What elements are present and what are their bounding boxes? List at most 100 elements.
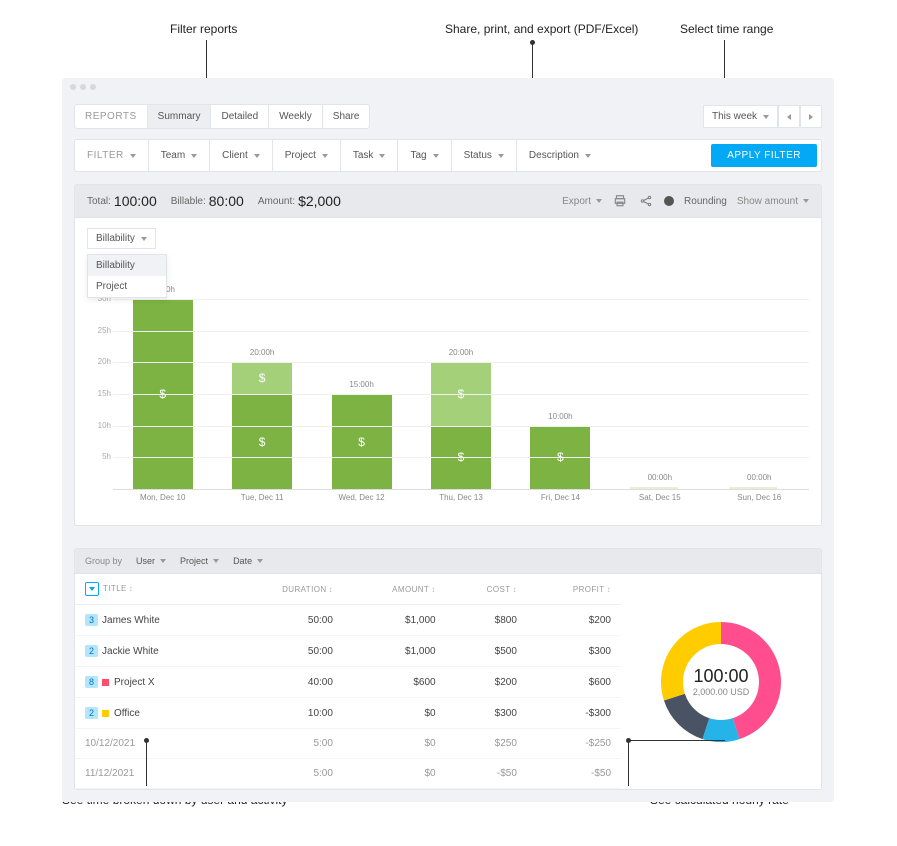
dollar-icon: $ xyxy=(259,371,266,385)
tab-weekly[interactable]: Weekly xyxy=(269,105,323,128)
chevron-down-icon xyxy=(141,237,147,241)
cell-profit: -$250 xyxy=(527,729,621,759)
groupby-bar: Group by User Project Date xyxy=(74,548,822,574)
apply-filter-button[interactable]: APPLY FILTER xyxy=(711,144,817,167)
chart-grouping-menu: Billability Project xyxy=(87,254,167,298)
donut-center: 100:00 2,000.00 USD xyxy=(646,607,796,757)
chart-grouping-dropdown[interactable]: Billability xyxy=(87,228,156,249)
sort-icon: ↕ xyxy=(329,585,333,594)
col-cost[interactable]: COST↕ xyxy=(446,574,527,605)
cell-profit: -$50 xyxy=(527,759,621,789)
dollar-icon: $ xyxy=(259,435,266,449)
dollar-icon: $ xyxy=(358,435,365,449)
chevron-down-icon xyxy=(585,154,591,158)
chevron-down-icon xyxy=(433,154,439,158)
window-dot xyxy=(80,84,86,90)
bar-chart: 30h25h20h15h10h5h $30:00h$$20:00h$15:00h… xyxy=(87,299,809,509)
filter-status[interactable]: Status xyxy=(452,140,517,171)
col-title[interactable]: TITLE↕ xyxy=(75,574,228,605)
groupby-date[interactable]: Date xyxy=(233,556,263,566)
export-dropdown[interactable]: Export xyxy=(562,193,602,209)
tab-share[interactable]: Share xyxy=(323,105,370,128)
groupby-project[interactable]: Project xyxy=(180,556,219,566)
annotation-filter: Filter reports xyxy=(170,22,237,36)
col-profit[interactable]: PROFIT↕ xyxy=(527,574,621,605)
summary-billable: 80:00 xyxy=(209,193,244,209)
print-icon[interactable] xyxy=(612,193,628,209)
chevron-right-icon xyxy=(809,114,813,120)
cell-amount: $1,000 xyxy=(343,636,446,667)
timerange-prev-button[interactable] xyxy=(778,105,800,128)
app-window: REPORTS Summary Detailed Weekly Share Th… xyxy=(62,78,834,802)
expand-all-icon[interactable] xyxy=(85,582,99,596)
cell-profit: -$300 xyxy=(527,698,621,729)
window-dot xyxy=(70,84,76,90)
table-row[interactable]: 8Project X40:00$600$200$600 xyxy=(75,667,621,698)
table-row[interactable]: 3James White50:00$1,000$800$200 xyxy=(75,605,621,636)
sort-icon: ↕ xyxy=(129,584,133,593)
groupby-user[interactable]: User xyxy=(136,556,166,566)
donut-total: 100:00 xyxy=(693,666,748,687)
table-row[interactable]: 11/12/20215:00$0-$50-$50 xyxy=(75,759,621,789)
chevron-down-icon xyxy=(160,559,166,563)
bar-billable: $ xyxy=(332,394,392,489)
filter-client[interactable]: Client xyxy=(210,140,273,171)
cell-duration: 40:00 xyxy=(228,667,343,698)
annotation-line xyxy=(628,740,725,741)
filter-tag[interactable]: Tag xyxy=(398,140,451,171)
col-duration[interactable]: DURATION↕ xyxy=(228,574,343,605)
menu-item-project[interactable]: Project xyxy=(88,276,166,297)
chevron-down-icon xyxy=(257,559,263,563)
bar-value-label: 20:00h xyxy=(232,348,292,357)
table-row[interactable]: 10/12/20215:00$0$250-$250 xyxy=(75,729,621,759)
tabs-label: REPORTS xyxy=(75,105,148,128)
chevron-down-icon xyxy=(498,154,504,158)
col-amount[interactable]: AMOUNT↕ xyxy=(343,574,446,605)
x-axis-label: Fri, Dec 14 xyxy=(511,493,610,509)
chevron-down-icon xyxy=(596,199,602,203)
window-titlebar xyxy=(62,78,834,96)
cell-amount: $0 xyxy=(343,729,446,759)
rounding-toggle-icon[interactable] xyxy=(664,196,674,206)
tab-summary[interactable]: Summary xyxy=(148,105,212,128)
annotation-export: Share, print, and export (PDF/Excel) xyxy=(445,22,638,36)
y-tick: 25h xyxy=(91,326,111,335)
y-tick: 20h xyxy=(91,357,111,366)
menu-item-billability[interactable]: Billability xyxy=(88,255,166,276)
bar-value-label: 00:00h xyxy=(729,473,789,482)
chevron-left-icon xyxy=(787,114,791,120)
chevron-down-icon xyxy=(191,154,197,158)
filter-project[interactable]: Project xyxy=(273,140,341,171)
cell-duration: 50:00 xyxy=(228,605,343,636)
cell-profit: $600 xyxy=(527,667,621,698)
x-axis-label: Thu, Dec 13 xyxy=(411,493,510,509)
report-tabs: REPORTS Summary Detailed Weekly Share xyxy=(74,104,370,129)
cell-cost: -$50 xyxy=(446,759,527,789)
x-axis-label: Wed, Dec 12 xyxy=(312,493,411,509)
donut-amount: 2,000.00 USD xyxy=(693,687,750,697)
table-row[interactable]: 2Office10:00$0$300-$300 xyxy=(75,698,621,729)
table-panel: TITLE↕ DURATION↕ AMOUNT↕ COST↕ PROFIT↕ 3… xyxy=(74,574,822,790)
row-title: 10/12/2021 xyxy=(85,738,135,749)
timerange-select[interactable]: This week xyxy=(703,105,778,128)
show-amount-dropdown[interactable]: Show amount xyxy=(737,193,809,209)
timerange-next-button[interactable] xyxy=(800,105,822,128)
y-tick: 15h xyxy=(91,389,111,398)
table-row[interactable]: 2Jackie White50:00$1,000$500$300 xyxy=(75,636,621,667)
annotation-dot xyxy=(144,738,149,743)
cell-cost: $800 xyxy=(446,605,527,636)
filter-description[interactable]: Description xyxy=(517,140,603,171)
tab-detailed[interactable]: Detailed xyxy=(211,105,269,128)
sort-icon: ↕ xyxy=(512,585,516,594)
chevron-down-icon xyxy=(130,154,136,158)
filter-team[interactable]: Team xyxy=(149,140,210,171)
share-icon[interactable] xyxy=(638,193,654,209)
row-title: James White xyxy=(102,615,160,626)
bar-value-label: 00:00h xyxy=(630,473,690,482)
filter-task[interactable]: Task xyxy=(341,140,399,171)
summary-total: 100:00 xyxy=(114,193,157,209)
sort-icon: ↕ xyxy=(431,585,435,594)
groupby-label: Group by xyxy=(85,556,122,566)
cell-cost: $200 xyxy=(446,667,527,698)
cell-profit: $300 xyxy=(527,636,621,667)
